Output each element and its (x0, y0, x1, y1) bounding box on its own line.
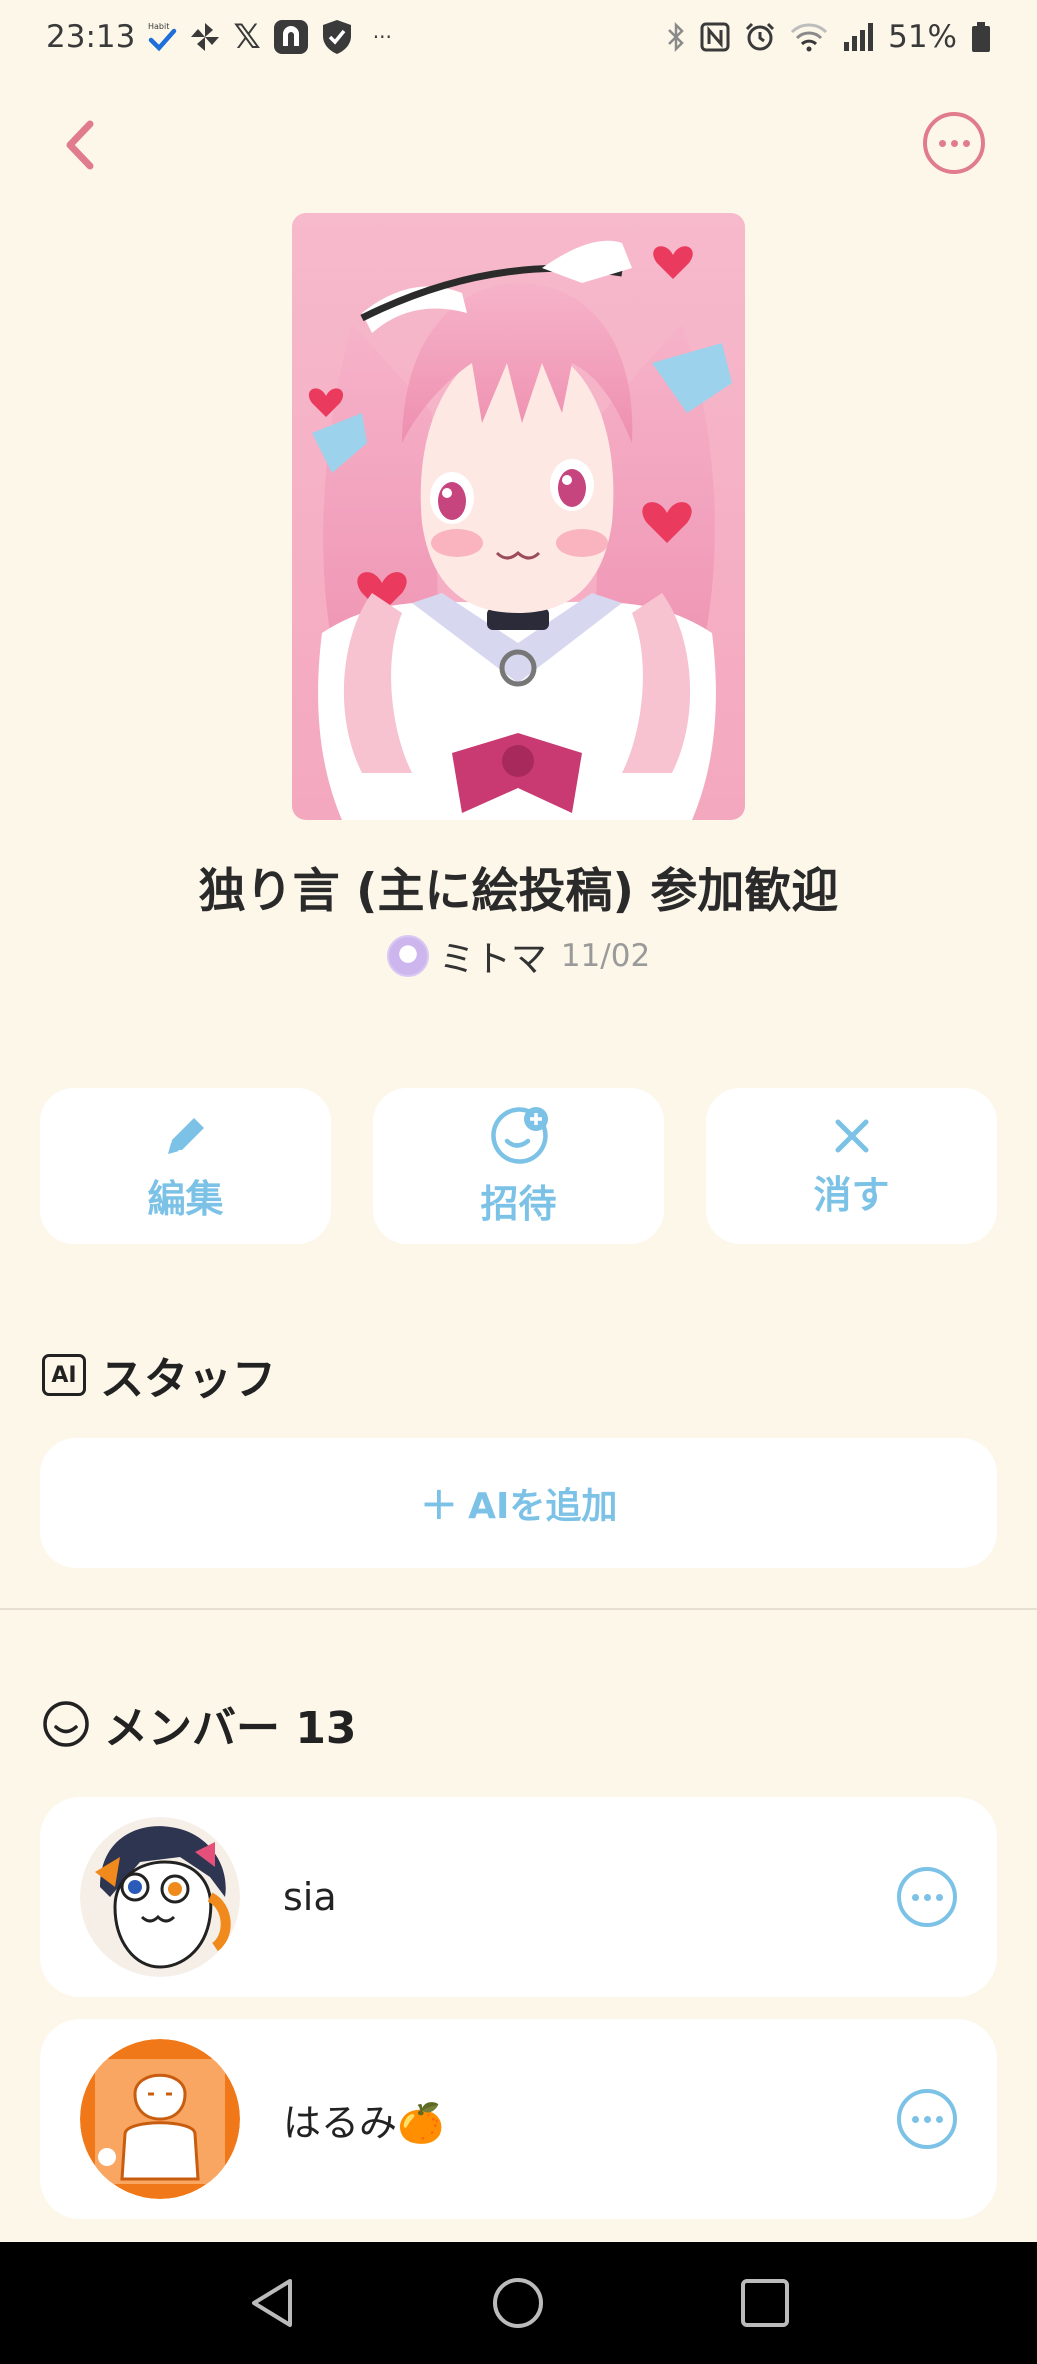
creator-info: ミトマ 11/02 (0, 930, 1037, 982)
dot (935, 1893, 943, 1901)
invite-label: 招待 (480, 1181, 557, 1226)
member-row[interactable]: sia (40, 1797, 997, 1997)
back-button[interactable] (56, 116, 106, 174)
app-shield-icon (273, 19, 309, 55)
member-avatar[interactable] (80, 1817, 240, 1977)
room-cover-image[interactable] (292, 213, 745, 820)
nav-back-icon[interactable] (246, 2275, 298, 2331)
x-logo-icon: 𝕏 (233, 17, 261, 57)
dot (911, 2115, 919, 2123)
pinwheel-icon (189, 21, 221, 53)
dot (923, 2115, 931, 2123)
divider (0, 1608, 1037, 1610)
members-heading: メンバー 13 (42, 1692, 357, 1756)
invite-button[interactable]: 招待 (373, 1088, 664, 1244)
dot (962, 139, 970, 147)
top-bar (0, 110, 1037, 180)
nav-recents-icon[interactable] (739, 2277, 791, 2329)
battery-percent: 51% (888, 19, 957, 55)
member-name: はるみ🍊 (283, 2100, 445, 2145)
chevron-left-icon (66, 120, 94, 170)
add-ai-label: AIを追加 (468, 1486, 618, 1527)
dot (911, 1893, 919, 1901)
created-date: 11/02 (560, 938, 651, 974)
creator-name[interactable]: ミトマ (439, 930, 547, 982)
close-icon (835, 1119, 868, 1152)
action-row: 編集 招待 消す (40, 1088, 997, 1244)
signal-icon (842, 22, 874, 52)
edit-label: 編集 (147, 1176, 224, 1221)
edit-button[interactable]: 編集 (40, 1088, 331, 1244)
smiley-icon (43, 1701, 89, 1747)
pencil-icon (167, 1117, 204, 1154)
creator-avatar[interactable] (386, 935, 429, 977)
more-notifications-icon: ··· (372, 25, 392, 49)
shield-check-icon (321, 19, 353, 55)
plus-icon: + (419, 1476, 459, 1530)
battery-icon (971, 21, 991, 53)
member-avatar[interactable] (80, 2039, 240, 2199)
dot (938, 139, 946, 147)
nav-home-icon[interactable] (490, 2275, 546, 2331)
wifi-icon (790, 22, 828, 52)
members-heading-text: メンバー 13 (104, 1703, 357, 1754)
status-time: 23:13 (46, 19, 136, 55)
member-options-button[interactable] (897, 1867, 957, 1927)
dot (950, 139, 958, 147)
staff-heading-text: スタッフ (100, 1354, 276, 1405)
ai-icon: AI (42, 1354, 86, 1396)
dot (923, 1893, 931, 1901)
add-ai-button[interactable]: + AIを追加 (40, 1438, 997, 1568)
delete-button[interactable]: 消す (706, 1088, 997, 1244)
alarm-icon (744, 21, 776, 53)
member-name: sia (283, 1875, 337, 1919)
more-options-button[interactable] (923, 112, 985, 174)
delete-label: 消す (813, 1172, 890, 1217)
system-nav-bar (0, 2242, 1037, 2364)
nfc-icon (700, 22, 730, 52)
invite-face-plus-icon (490, 1106, 548, 1164)
staff-heading: AI スタッフ (42, 1343, 276, 1407)
dot (935, 2115, 943, 2123)
member-row[interactable]: はるみ🍊 (40, 2019, 997, 2219)
habit-check-icon: Habit (147, 20, 177, 54)
svg-text:Habit: Habit (148, 22, 169, 31)
bluetooth-icon (666, 21, 686, 53)
status-bar: 23:13 Habit 𝕏 ··· 51% (0, 0, 1037, 74)
member-options-button[interactable] (897, 2089, 957, 2149)
room-title: 独り言 (主に絵投稿) 参加歓迎 (198, 864, 839, 919)
